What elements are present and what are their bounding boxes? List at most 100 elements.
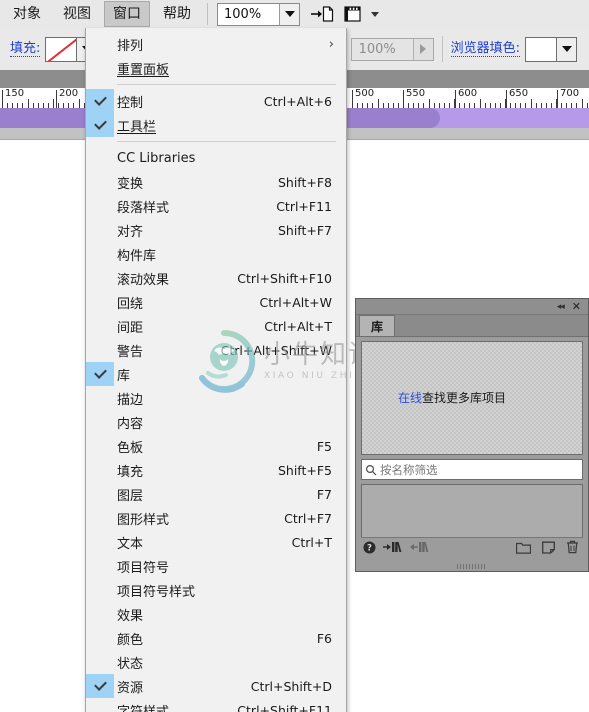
menu-view[interactable]: 视图 [54,1,100,27]
export-library-icon[interactable] [410,539,430,558]
filmstrip-icon [344,6,361,22]
checkmark-icon [86,113,114,137]
menu-item-10[interactable]: 构件库 [86,242,346,266]
menu-window[interactable]: 窗口 [104,1,150,27]
svg-text:?: ? [367,543,372,553]
menu-item-shortcut: Ctrl+Alt+6 [263,93,332,109]
library-panel[interactable]: ◂◂ ✕ 库 在线查找更多库项目 按名称筛选 ? [355,298,589,572]
menu-item-22[interactable]: 文本 Ctrl+T [86,530,346,554]
menu-check-slot [86,170,114,194]
menu-item-15[interactable]: 库 [86,362,346,386]
menu-item-0[interactable]: 排列 › [86,32,346,56]
menu-object[interactable]: 对象 [4,1,50,27]
menu-item-29[interactable]: 字符样式 Ctrl+Shift+F11 [86,698,346,712]
tab-library[interactable]: 库 [359,315,396,336]
chevron-right-icon [420,44,427,54]
ruler-tick [53,99,54,108]
menu-check-slot [86,458,114,482]
menu-item-label: 回绕 [117,296,144,312]
help-icon[interactable]: ? [363,539,376,558]
menu-check-slot [86,290,114,314]
menu-item-shortcut: F7 [316,486,332,502]
browser-fill-label[interactable]: 浏览器填色: [450,41,520,57]
fill-none-swatch[interactable] [46,37,77,61]
menu-item-1[interactable]: 重置面板 [86,56,346,80]
menu-item-16[interactable]: 描边 [86,386,346,410]
menu-item-label: 重置面板 [117,62,170,78]
search-placeholder: 按名称筛选 [380,462,438,477]
collapse-panel-icon[interactable]: ◂◂ [557,302,565,312]
menu-item-label: CC Libraries [117,150,196,166]
opacity-value[interactable]: 100% [352,39,413,60]
ruler-tick [2,99,3,108]
menu-check-slot [86,338,114,362]
zoom-value[interactable]: 100% [218,3,279,25]
divider [207,3,208,25]
chevron-down-icon [561,46,572,52]
panel-footer: ? [361,537,583,558]
panel-titlebar[interactable]: ◂◂ ✕ [356,299,588,315]
menu-item-13[interactable]: 间距 Ctrl+Alt+T [86,314,346,338]
menu-item-28[interactable]: 资源 Ctrl+Shift+D [86,674,346,698]
menu-item-8[interactable]: 段落样式 Ctrl+F11 [86,194,346,218]
application-window: 对象 视图 窗口 帮助 100% 填充: 100% 浏览器填色: 150 200… [0,0,589,712]
close-icon[interactable]: ✕ [572,301,581,312]
menu-check-slot [86,410,114,434]
menu-item-6[interactable]: CC Libraries [86,146,346,170]
new-folder-icon[interactable] [515,539,532,558]
menu-item-label: 滚动效果 [117,272,170,288]
menu-item-25[interactable]: 效果 [86,602,346,626]
window-menu-dropdown[interactable]: 排列 › 重置面板控制 Ctrl+Alt+6 工具栏 CC Libraries 变换 Shif… [85,28,347,712]
export-document-button[interactable] [310,5,334,23]
ruler-tick [556,99,557,108]
menu-check-slot [86,626,114,650]
opacity-stepper-arrow[interactable] [412,38,433,60]
menu-item-shortcut: F5 [316,438,332,454]
menu-item-19[interactable]: 填充 Shift+F5 [86,458,346,482]
menu-item-label: 内容 [117,416,144,432]
menu-item-17[interactable]: 内容 [86,410,346,434]
menu-item-7[interactable]: 变换 Shift+F8 [86,170,346,194]
menu-item-14[interactable]: 警告 Ctrl+Alt+Shift+W [86,338,346,362]
zoom-combo[interactable]: 100% [217,2,300,26]
menu-item-3[interactable]: 控制 Ctrl+Alt+6 [86,89,346,113]
menu-item-9[interactable]: 对齐 Shift+F7 [86,218,346,242]
checkmark-icon [86,362,114,386]
browser-fill-dropdown-arrow[interactable] [556,37,576,61]
panel-resize-grip[interactable] [457,564,487,569]
menu-item-label: 填充 [117,464,144,480]
menu-item-20[interactable]: 图层 F7 [86,482,346,506]
find-more-library-items-link[interactable]: 在线查找更多库项目 [398,389,506,406]
ruler-tick [378,99,379,108]
filter-search-box[interactable]: 按名称筛选 [361,459,583,480]
menu-item-label: 描边 [117,392,144,408]
library-content-area[interactable]: 在线查找更多库项目 [361,341,583,455]
browser-fill-swatch-combo[interactable] [525,36,577,62]
menu-item-21[interactable]: 图形样式 Ctrl+F7 [86,506,346,530]
menu-item-label: 间距 [117,320,144,336]
menu-item-26[interactable]: 颜色 F6 [86,626,346,650]
menu-item-11[interactable]: 滚动效果 Ctrl+Shift+F10 [86,266,346,290]
menu-help[interactable]: 帮助 [154,1,200,27]
menu-item-label: 图层 [117,488,144,504]
checkmark-icon [86,89,114,113]
menu-item-27[interactable]: 状态 [86,650,346,674]
menu-item-18[interactable]: 色板 F5 [86,434,346,458]
menu-item-24[interactable]: 项目符号样式 [86,578,346,602]
ruler-label: 550 [406,88,426,99]
fill-label[interactable]: 填充: [10,41,41,57]
menu-item-label: 项目符号样式 [117,584,196,600]
menu-check-slot [86,602,114,626]
filmstrip-button[interactable] [344,5,379,23]
menu-check-slot [86,650,114,674]
chevron-down-icon [284,11,295,17]
import-library-icon[interactable] [383,539,403,558]
menu-item-12[interactable]: 回绕 Ctrl+Alt+W [86,290,346,314]
browser-fill-swatch[interactable] [526,37,556,61]
opacity-combo[interactable]: 100% [350,37,434,61]
delete-icon[interactable] [566,539,579,558]
menu-item-4[interactable]: 工具栏 [86,113,346,137]
zoom-dropdown-arrow[interactable] [279,3,299,25]
new-item-icon[interactable] [542,539,555,558]
menu-item-23[interactable]: 项目符号 [86,554,346,578]
